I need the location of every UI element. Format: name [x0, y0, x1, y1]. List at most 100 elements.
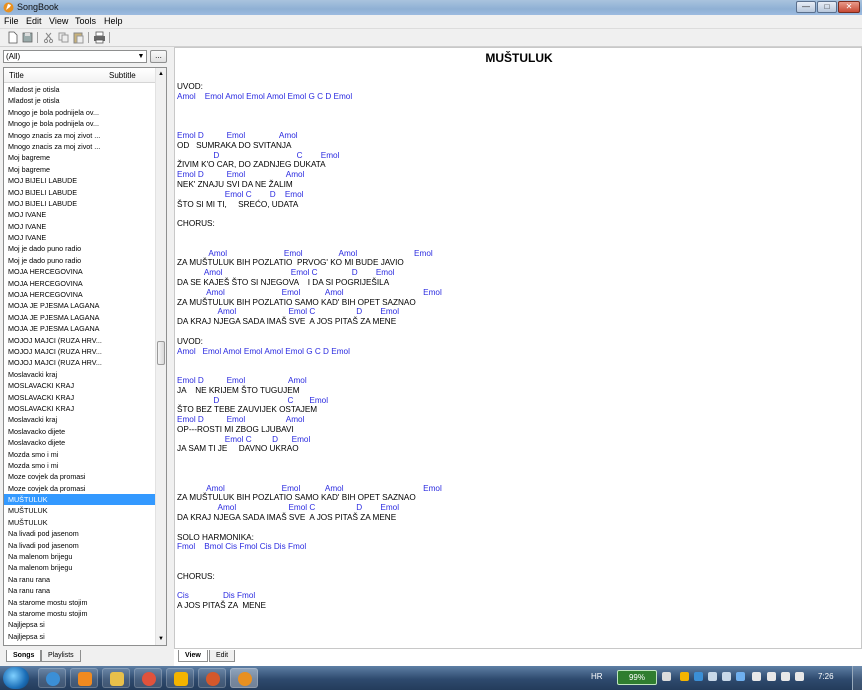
list-item[interactable]: MOJ IVANE: [4, 232, 156, 243]
chevron-down-icon[interactable]: ▼: [137, 52, 145, 61]
list-item[interactable]: MOSLAVACKI KRAJ: [4, 403, 156, 414]
save-icon[interactable]: [21, 31, 34, 44]
new-icon[interactable]: [6, 31, 19, 44]
list-item[interactable]: Moslavacki kraj: [4, 369, 156, 380]
paste-icon[interactable]: [72, 31, 85, 44]
list-item[interactable]: MOJ BIJELI LABUDE: [4, 198, 156, 209]
close-button[interactable]: ✕: [838, 1, 860, 13]
taskbar-media[interactable]: [70, 668, 98, 688]
volume-icon[interactable]: [795, 672, 804, 681]
list-item[interactable]: MOJA JE PJESMA LAGANA: [4, 323, 156, 334]
scrollbar-thumb[interactable]: [157, 341, 165, 365]
list-scrollbar[interactable]: ▲ ▼: [155, 68, 166, 645]
clock[interactable]: 7:26: [818, 672, 834, 681]
list-item[interactable]: Na ranu rana: [4, 574, 156, 585]
list-item[interactable]: MOJA JE PJESMA LAGANA: [4, 300, 156, 311]
list-item[interactable]: Mnogo je bola podnijela ov...: [4, 118, 156, 129]
print-icon[interactable]: [93, 31, 106, 44]
list-item[interactable]: Najljepsa si: [4, 619, 156, 630]
list-item[interactable]: Na starome mostu stojim: [4, 597, 156, 608]
maximize-button[interactable]: □: [817, 1, 837, 13]
list-item[interactable]: Na livadi pod jasenom: [4, 528, 156, 539]
taskbar-explorer[interactable]: [102, 668, 130, 688]
battery-indicator[interactable]: 99%: [617, 670, 657, 685]
list-item[interactable]: Na starome mostu stojim: [4, 608, 156, 619]
start-button[interactable]: [3, 667, 29, 689]
tab-songs[interactable]: Songs: [6, 650, 42, 662]
list-item[interactable]: Mladost je otisla: [4, 95, 156, 106]
list-item[interactable]: MOJ BIJELI LABUDE: [4, 187, 156, 198]
list-item[interactable]: MOJA HERCEGOVINA: [4, 278, 156, 289]
list-item[interactable]: MOJA HERCEGOVINA: [4, 266, 156, 277]
tray-icon[interactable]: [680, 672, 689, 681]
tray-icon[interactable]: [662, 672, 671, 681]
taskbar-songbook[interactable]: [230, 668, 258, 688]
list-item[interactable]: MUŠTULUK: [4, 494, 156, 506]
list-item[interactable]: MOJOJ MAJCI (RUZA HRV...: [4, 357, 156, 368]
filter-more-button[interactable]: ...: [150, 50, 167, 63]
tab-view[interactable]: View: [178, 650, 208, 662]
taskbar-chrome[interactable]: [134, 668, 162, 688]
scroll-up-icon[interactable]: ▲: [156, 68, 166, 80]
show-desktop-button[interactable]: [852, 666, 862, 690]
menu-help[interactable]: Help: [104, 16, 123, 26]
list-item[interactable]: Moze covjek da promasi: [4, 483, 156, 494]
list-item[interactable]: MOJOJ MAJCI (RUZA HRV...: [4, 346, 156, 357]
list-item[interactable]: MOJ BIJELI LABUDE: [4, 175, 156, 186]
menu-tools[interactable]: Tools: [75, 16, 96, 26]
power-icon[interactable]: [781, 672, 790, 681]
column-header-subtitle[interactable]: Subtitle: [109, 71, 136, 80]
list-item[interactable]: Na malenom brijegu: [4, 562, 156, 573]
list-item[interactable]: Moze covjek da promasi: [4, 471, 156, 482]
menu-file[interactable]: File: [4, 16, 19, 26]
tray-icon[interactable]: [708, 672, 717, 681]
tab-edit[interactable]: Edit: [209, 650, 236, 662]
list-item[interactable]: Mnogo znacis za moj zivot ...: [4, 141, 156, 152]
list-item[interactable]: MOJ IVANE: [4, 209, 156, 220]
menu-edit[interactable]: Edit: [26, 16, 42, 26]
list-item[interactable]: MUŠTULUK: [4, 517, 156, 528]
list-item[interactable]: Na livadi pod jasenom: [4, 540, 156, 551]
chord-line: Amol Emol Amol Emol: [177, 483, 442, 493]
copy-icon[interactable]: [57, 31, 70, 44]
list-item[interactable]: Moj bagreme: [4, 164, 156, 175]
list-item[interactable]: MOJ IVANE: [4, 221, 156, 232]
language-indicator[interactable]: HR: [591, 672, 603, 681]
column-header-title[interactable]: Title: [9, 71, 24, 80]
list-item[interactable]: Moslavacki kraj: [4, 414, 156, 425]
network-icon[interactable]: [767, 672, 776, 681]
list-item[interactable]: Moj je dado puno radio: [4, 255, 156, 266]
scroll-down-icon[interactable]: ▼: [156, 633, 166, 645]
taskbar-firefox[interactable]: [198, 668, 226, 688]
list-item[interactable]: Mnogo znacis za moj zivot ...: [4, 130, 156, 141]
list-item[interactable]: MUŠTULUK: [4, 505, 156, 516]
flag-icon[interactable]: [752, 672, 761, 681]
list-item[interactable]: Najljepsa si: [4, 631, 156, 642]
menu-view[interactable]: View: [49, 16, 68, 26]
list-item[interactable]: Moslavacko dijete: [4, 437, 156, 448]
list-item[interactable]: Na ranu rana: [4, 585, 156, 596]
list-item[interactable]: Moslavacko dijete: [4, 426, 156, 437]
tab-playlists[interactable]: Playlists: [41, 650, 81, 662]
cut-icon[interactable]: [42, 31, 55, 44]
list-item[interactable]: MOJOJ MAJCI (RUZA HRV...: [4, 335, 156, 346]
tray-icon[interactable]: [694, 672, 703, 681]
list-item[interactable]: Moj bagreme: [4, 152, 156, 163]
list-item[interactable]: MOJA JE PJESMA LAGANA: [4, 312, 156, 323]
list-item[interactable]: Mnogo je bola podnijela ov...: [4, 107, 156, 118]
minimize-button[interactable]: —: [796, 1, 816, 13]
list-item[interactable]: Mladost je otisla: [4, 84, 156, 95]
list-item[interactable]: Moj je dado puno radio: [4, 243, 156, 254]
taskbar-app[interactable]: [166, 668, 194, 688]
list-item[interactable]: Mozda smo i mi: [4, 449, 156, 460]
list-item[interactable]: Mozda smo i mi: [4, 460, 156, 471]
filter-dropdown[interactable]: (All) ▼: [3, 50, 147, 63]
bluetooth-icon[interactable]: [736, 672, 745, 681]
list-item[interactable]: MOSLAVACKI KRAJ: [4, 380, 156, 391]
tray-icon[interactable]: [722, 672, 731, 681]
list-item[interactable]: MOSLAVACKI KRAJ: [4, 392, 156, 403]
song-list[interactable]: Title Subtitle Mladost je otisla Mladost …: [3, 67, 167, 646]
list-item[interactable]: MOJA HERCEGOVINA: [4, 289, 156, 300]
taskbar-ie[interactable]: [38, 668, 66, 688]
list-item[interactable]: Na malenom brijegu: [4, 551, 156, 562]
